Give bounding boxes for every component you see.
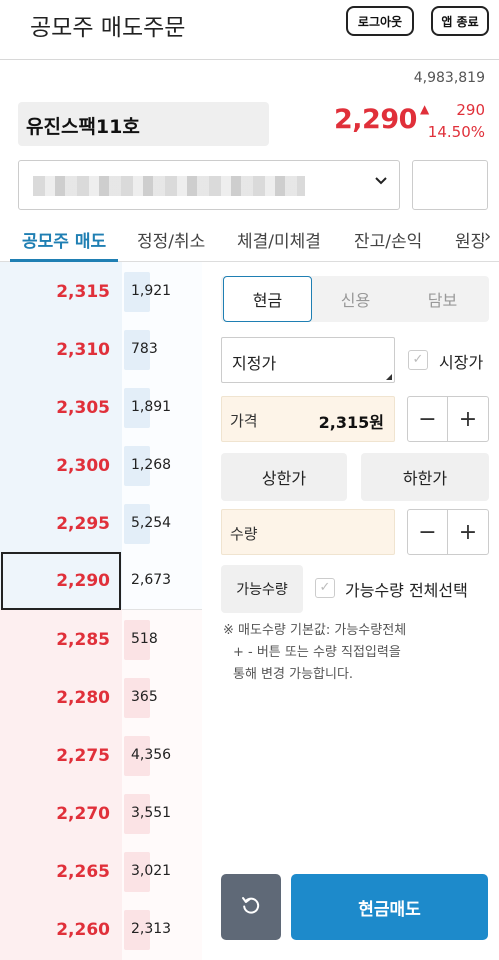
bid-row[interactable]: 2,285 518 xyxy=(0,611,202,669)
ask-qty: 1,268 xyxy=(131,457,172,473)
tab-bar: 공모주 매도 정정/취소 체결/미체결 잔고/손익 원장 › xyxy=(0,214,499,262)
tab-ipo-sell[interactable]: 공모주 매도 xyxy=(22,227,106,252)
quantity-increase-button[interactable]: + xyxy=(448,510,488,554)
segment-collateral[interactable]: 담보 xyxy=(398,276,487,322)
ask-price: 2,305 xyxy=(56,398,110,418)
quantity-input[interactable]: 수량 xyxy=(221,509,395,555)
tab-ledger[interactable]: 원장 xyxy=(455,227,486,252)
bid-qty: 518 xyxy=(131,631,158,647)
trade-volume: 4,983,819 xyxy=(413,70,485,86)
logout-button[interactable]: 로그아웃 xyxy=(346,6,414,36)
ask-row-current[interactable]: 2,290 2,673 xyxy=(0,552,202,610)
bid-price: 2,265 xyxy=(56,862,110,882)
account-type-segment: 현금 신용 담보 xyxy=(221,276,489,322)
chevron-down-icon xyxy=(375,175,387,190)
price-increase-button[interactable]: + xyxy=(448,397,488,441)
upper-limit-button[interactable]: 상한가 xyxy=(221,453,347,501)
current-price: 2,290 xyxy=(334,104,417,135)
ask-row[interactable]: 2,310 783 xyxy=(0,321,202,379)
bid-row[interactable]: 2,270 3,551 xyxy=(0,785,202,843)
market-price-label: 시장가 xyxy=(439,353,484,372)
ask-price: 2,315 xyxy=(56,282,110,302)
select-all-label: 가능수량 전체선택 xyxy=(345,581,468,600)
change-rate: 14.50% xyxy=(427,123,485,141)
price-stepper: − + xyxy=(407,396,489,442)
bid-price: 2,270 xyxy=(56,804,110,824)
bid-qty: 365 xyxy=(131,689,158,705)
bid-row[interactable]: 2,260 2,313 xyxy=(0,901,202,959)
app-header: 공모주 매도주문 로그아웃 앱 종료 xyxy=(0,0,499,60)
tab-executed[interactable]: 체결/미체결 xyxy=(237,227,321,252)
ask-qty: 1,921 xyxy=(131,283,172,299)
bid-row[interactable]: 2,280 365 xyxy=(0,669,202,727)
price-decrease-button[interactable]: − xyxy=(408,397,448,441)
up-arrow-icon: ▲ xyxy=(420,102,430,116)
quantity-stepper: − + xyxy=(407,509,489,555)
bid-price: 2,260 xyxy=(56,920,110,940)
quantity-label: 수량 xyxy=(230,525,258,543)
bid-qty: 3,551 xyxy=(131,805,172,821)
ask-price: 2,295 xyxy=(56,514,110,534)
price-input[interactable]: 가격 2,315원 xyxy=(221,396,395,442)
dropdown-corner-icon xyxy=(386,374,392,380)
ask-row[interactable]: 2,305 1,891 xyxy=(0,379,202,437)
password-input[interactable] xyxy=(412,160,488,210)
segment-credit[interactable]: 신용 xyxy=(311,276,400,322)
available-qty-button[interactable]: 가능수량 xyxy=(221,565,303,613)
reset-button[interactable] xyxy=(221,874,281,940)
ask-price: 2,290 xyxy=(56,571,110,591)
ask-price: 2,310 xyxy=(56,340,110,360)
stock-name-field[interactable]: 유진스팩11호 xyxy=(18,102,269,146)
chevron-right-icon[interactable]: › xyxy=(484,226,499,247)
cash-sell-button[interactable]: 현금매도 xyxy=(291,874,488,940)
ask-row[interactable]: 2,315 1,921 xyxy=(0,263,202,321)
price-change: 290 xyxy=(456,101,485,119)
lower-limit-button[interactable]: 하한가 xyxy=(361,453,489,501)
ask-qty: 1,891 xyxy=(131,399,172,415)
bid-row[interactable]: 2,275 4,356 xyxy=(0,727,202,785)
ask-qty: 5,254 xyxy=(131,515,172,531)
masked-account-number xyxy=(33,176,305,196)
order-book: 2,315 1,921 2,310 783 2,305 1,891 2,300 … xyxy=(0,262,202,960)
bid-price: 2,275 xyxy=(56,746,110,766)
quantity-note: ※ 매도수량 기본값: 가능수량전체 + - 버튼 또는 수량 직접입력을 통해… xyxy=(223,620,493,686)
bid-row[interactable]: 2,265 3,021 xyxy=(0,843,202,901)
refresh-icon xyxy=(239,893,263,921)
bid-qty: 3,021 xyxy=(131,863,172,879)
note-line: ※ 매도수량 기본값: 가능수량전체 xyxy=(223,623,407,638)
note-line: + - 버튼 또는 수량 직접입력을 xyxy=(233,645,401,660)
select-all-checkbox[interactable]: ✓ xyxy=(315,578,335,598)
ask-price: 2,300 xyxy=(56,456,110,476)
bid-qty: 4,356 xyxy=(131,747,172,763)
price-label: 가격 xyxy=(230,412,258,430)
note-line: 통해 변경 가능합니다. xyxy=(233,667,354,682)
bid-price: 2,285 xyxy=(56,630,110,650)
tab-modify-cancel[interactable]: 정정/취소 xyxy=(137,227,205,252)
app-close-button[interactable]: 앱 종료 xyxy=(431,6,489,36)
tab-balance[interactable]: 잔고/손익 xyxy=(354,227,422,252)
order-panel: 현금 신용 담보 지정가 ✓ 시장가 가격 2,315원 − + 상한가 하한가… xyxy=(203,262,499,960)
quantity-decrease-button[interactable]: − xyxy=(408,510,448,554)
order-type-select[interactable]: 지정가 xyxy=(221,337,395,383)
ask-row[interactable]: 2,295 5,254 xyxy=(0,495,202,553)
ask-qty: 783 xyxy=(131,341,158,357)
ask-qty: 2,673 xyxy=(131,572,172,588)
ask-row[interactable]: 2,300 1,268 xyxy=(0,437,202,495)
price-value: 2,315원 xyxy=(318,413,384,432)
bid-price: 2,280 xyxy=(56,688,110,708)
market-price-checkbox[interactable]: ✓ xyxy=(408,350,428,370)
segment-cash[interactable]: 현금 xyxy=(223,276,312,322)
bid-qty: 2,313 xyxy=(131,921,172,937)
order-type-value: 지정가 xyxy=(232,354,277,373)
page-title: 공모주 매도주문 xyxy=(30,15,186,41)
account-select[interactable] xyxy=(18,160,400,210)
